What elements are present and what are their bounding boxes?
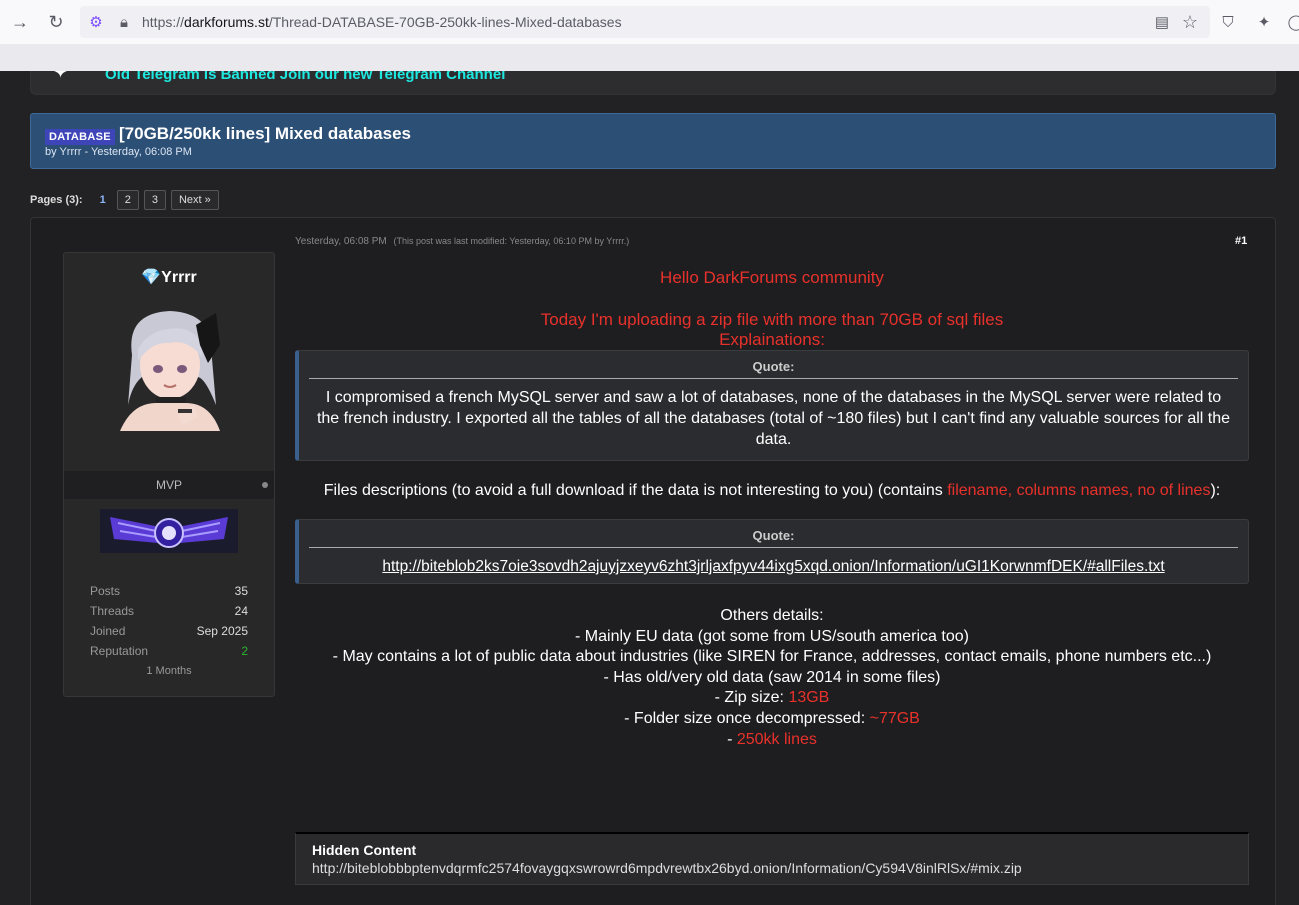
hidden-content-box: Hidden Content http://biteblobbbptenvdqr… [295,832,1249,885]
account-icon[interactable]: ◯ [1286,12,1299,32]
browser-toolbar: → ↻ ⚙ 🔒︎ https://darkforums.st/Thread-DA… [0,0,1299,45]
offline-status-icon [262,482,268,488]
stat-posts: Posts 35 [90,584,248,598]
detail-item: - Folder size once decompressed: ~77GB [624,709,920,727]
page-link-3[interactable]: 3 [143,190,166,210]
quote-header: Quote: [309,520,1238,548]
lock-icon[interactable]: 🔒︎ [114,12,134,32]
shield-icon[interactable]: ⛉ [1218,12,1238,32]
details-list: Others details: - Mainly EU data (got so… [295,606,1249,750]
reload-icon[interactable]: ↻ [44,10,68,34]
detail-item: - Mainly EU data (got some from US/south… [575,627,969,645]
bookmark-star-icon[interactable]: ☆ [1180,12,1200,32]
toolbar-strip [0,44,1299,71]
author-name[interactable]: 💎Yrrrr [64,267,274,287]
detail-item: - May contains a lot of public data abou… [332,648,1212,666]
post-greeting: Hello DarkForums community [660,268,884,287]
post-intro: Today I'm uploading a zip file with more… [540,310,1004,329]
extensions-icon[interactable]: ✦ [1254,12,1274,32]
post-number-link[interactable]: #1 [1235,235,1247,247]
author-stats: Posts 35 Threads 24 Joined Sep 2025 Reputat… [90,581,248,681]
stat-reputation: Reputation 2 [90,644,248,658]
quote-text: I compromised a french MySQL server and … [316,389,1231,448]
pin-icon: ✦ [53,71,69,82]
detail-item: - Zip size: 13GB [714,689,830,707]
details-heading: Others details: [720,607,824,624]
stat-threads: Threads 24 [90,604,248,618]
url-text[interactable]: https://darkforums.st/Thread-DATABASE-70… [142,14,622,30]
back-arrow-icon[interactable]: → [8,10,32,34]
detail-item: - Has old/very old data (saw 2014 in som… [603,668,941,686]
page-link-2[interactable]: 2 [116,190,139,210]
files-description: Files descriptions (to avoid a full down… [323,482,1221,499]
address-bar[interactable]: ⚙ 🔒︎ https://darkforums.st/Thread-DATABA… [80,6,1210,38]
thread-header: DATABASE [70GB/250kk lines] Mixed databa… [30,113,1276,169]
quote-block-1: Quote: I compromised a french MySQL serv… [295,350,1249,461]
reader-view-icon[interactable]: ▤ [1152,12,1172,32]
user-rank: MVP [155,478,182,492]
forum-page: ✦ Old Telegram is Banned Join our new Te… [0,71,1299,905]
download-link[interactable]: http://biteblobbbptenvdqrmfc2574fovaygqx… [312,860,1022,876]
thread-title: [70GB/250kk lines] Mixed databases [119,124,411,143]
hidden-content-title: Hidden Content [312,842,417,858]
files-list-link[interactable]: http://biteblob2ks7oie3sovdh2ajuyjzxeyv6… [382,558,1164,575]
membership-duration: 1 Months [146,665,192,677]
next-page-button[interactable]: Next » [170,190,219,210]
post-date: Yesterday, 06:08 PM (This post was last … [295,236,630,247]
author-panel: 💎Yrrrr MVP Posts 35 Threads 24 Joined Se… [63,252,275,697]
pages-label: Pages (3): [30,194,83,206]
announcement-link[interactable]: Old Telegram is Banned Join our new Tele… [105,71,505,83]
quote-block-2: Quote: http://biteblob2ks7oie3sovdh2ajuy… [295,519,1249,584]
post-modified-note: (This post was last modified: Yesterday,… [393,236,630,246]
site-permissions-icon[interactable]: ⚙ [86,12,106,32]
detail-item: - 250kk lines [727,730,817,748]
pagination: Pages (3): 1 2 3 Next » [30,189,219,211]
post-explanations-heading: Explainations: [719,330,825,349]
post: 💎Yrrrr MVP Posts 35 Threads 24 Joined Se… [30,217,1276,905]
page-current: 1 [99,194,106,206]
mvp-wings-badge [100,509,238,553]
quote-header: Quote: [309,351,1238,379]
thread-byline: by Yrrrr - Yesterday, 06:08 PM [45,146,192,158]
avatar[interactable] [112,305,226,431]
thread-prefix-badge: DATABASE [45,129,115,145]
announcement-bar: ✦ Old Telegram is Banned Join our new Te… [30,71,1276,95]
rank-bar: MVP [64,471,274,499]
post-body: Hello DarkForums community Today I'm upl… [295,268,1249,750]
stat-joined: Joined Sep 2025 [90,624,248,638]
